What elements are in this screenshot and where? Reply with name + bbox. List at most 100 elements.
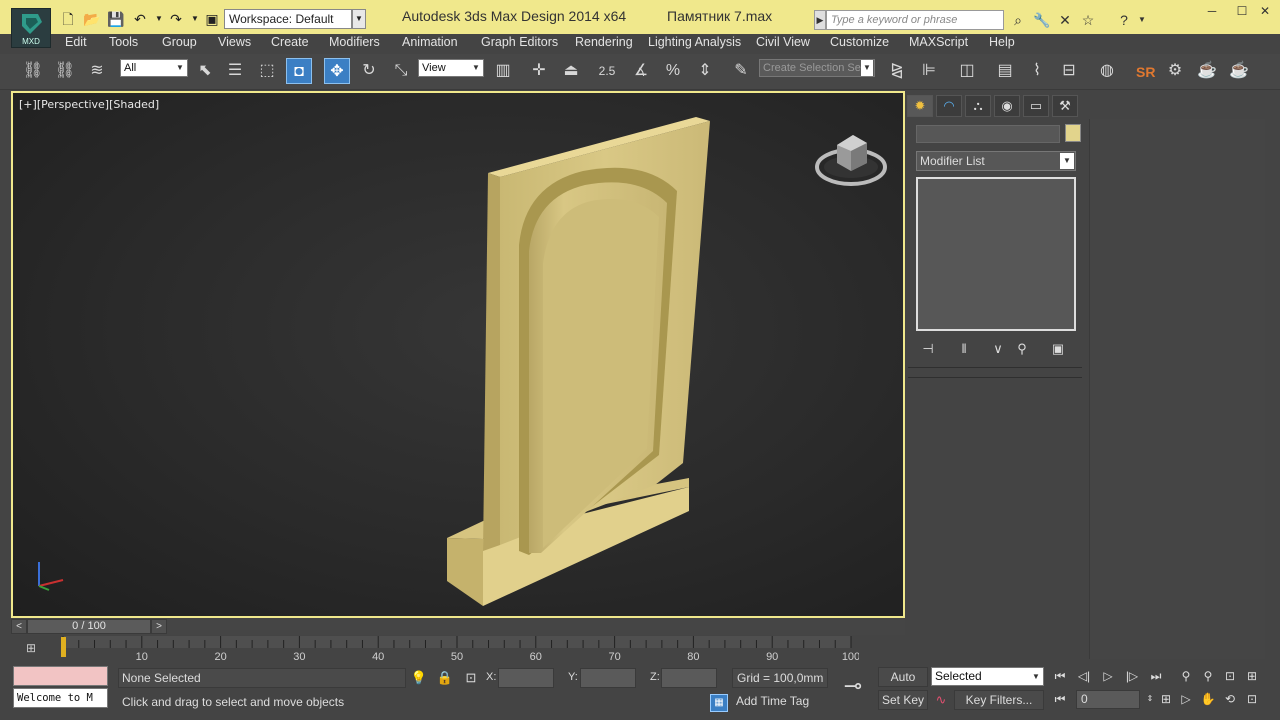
go-to-start-icon[interactable]: ⏮ — [1050, 666, 1070, 686]
key-filters-button[interactable]: Key Filters... — [954, 690, 1044, 710]
select-by-name-icon[interactable]: ☰ — [222, 58, 248, 84]
search-input[interactable]: Type a keyword or phrase — [826, 10, 1004, 30]
hierarchy-tab-icon[interactable]: ⛬ — [965, 95, 991, 117]
spinner-snap-icon[interactable]: ⇕ — [692, 58, 718, 84]
select-manipulate-icon[interactable]: ✛ — [526, 58, 552, 84]
next-frame-icon[interactable]: |▷ — [1122, 666, 1142, 686]
menu-animation[interactable]: Animation — [402, 35, 458, 49]
selection-filter-dropdown[interactable]: All ▼ — [120, 59, 188, 77]
percent-snap-icon[interactable]: % — [660, 58, 686, 84]
pivot-point-icon[interactable]: ▥ — [490, 58, 516, 84]
menu-create[interactable]: Create — [271, 35, 309, 49]
monument-model[interactable] — [13, 93, 903, 616]
perspective-viewport[interactable]: [+][Perspective][Shaded] — [11, 91, 905, 618]
create-tab-icon[interactable]: ✹ — [907, 95, 933, 117]
redo-icon[interactable]: ↷ — [166, 9, 186, 29]
chevron-down-icon[interactable]: ▼ — [352, 9, 366, 29]
pan-view-icon[interactable]: ✋ — [1198, 689, 1218, 709]
time-slider-thumb[interactable]: 0 / 100 — [27, 619, 151, 634]
search-expand-icon[interactable]: ▶ — [814, 10, 826, 30]
menu-graph-editors[interactable]: Graph Editors — [481, 35, 558, 49]
menu-tools[interactable]: Tools — [109, 35, 138, 49]
y-coordinate-field[interactable] — [580, 668, 636, 688]
go-to-end-icon[interactable]: ⏭ — [1146, 666, 1166, 686]
menu-lighting-analysis[interactable]: Lighting Analysis — [648, 35, 741, 49]
edit-named-selection-icon[interactable]: ✎ — [728, 58, 754, 84]
schematic-view-icon[interactable]: ⊟ — [1056, 58, 1082, 84]
motion-tab-icon[interactable]: ◉ — [994, 95, 1020, 117]
x-coordinate-field[interactable] — [498, 668, 554, 688]
current-frame-field[interactable]: 0 — [1076, 690, 1140, 709]
add-time-tag-button[interactable]: Add Time Tag — [732, 692, 828, 712]
minimize-button[interactable]: ─ — [1197, 2, 1227, 20]
display-tab-icon[interactable]: ▭ — [1023, 95, 1049, 117]
save-file-icon[interactable]: 💾 — [106, 9, 126, 29]
select-and-rotate-icon[interactable]: ↻ — [356, 58, 382, 84]
zoom-extents-all-icon[interactable]: ⊞ — [1242, 666, 1262, 686]
viewcube-icon[interactable] — [813, 123, 889, 189]
reference-coordinate-dropdown[interactable]: View ▼ — [418, 59, 484, 77]
maxscript-listener-output[interactable]: Welcome to M — [13, 688, 108, 708]
keyboard-shortcut-override-icon[interactable]: ⏏ — [558, 58, 584, 84]
object-name-field[interactable] — [916, 125, 1060, 143]
snaps-toggle-icon[interactable]: 2.5 — [594, 58, 620, 84]
menu-civil-view[interactable]: Civil View — [756, 35, 810, 49]
undo-icon[interactable]: ↶ — [130, 9, 150, 29]
favorites-star-icon[interactable]: ☆ — [1078, 10, 1098, 30]
render-production-icon[interactable]: ☕ — [1226, 58, 1252, 84]
select-and-move-icon[interactable]: ✥ — [324, 58, 350, 84]
maximize-viewport-icon[interactable]: ⊡ — [1242, 689, 1262, 709]
app-logo-button[interactable]: MXD — [11, 8, 51, 48]
track-ruler[interactable]: 10 20 30 40 50 60 70 80 90 100 — [59, 636, 859, 664]
z-coordinate-field[interactable] — [661, 668, 717, 688]
zoom-icon[interactable]: ⚲ — [1176, 666, 1196, 686]
binoculars-icon[interactable]: ⌕ — [1008, 10, 1028, 30]
orbit-icon[interactable]: ⟲ — [1220, 689, 1240, 709]
bind-space-warp-icon[interactable]: ≋ — [84, 58, 110, 84]
menu-rendering[interactable]: Rendering — [575, 35, 633, 49]
subscription-icon[interactable]: ✕ — [1055, 10, 1075, 30]
modifier-stack[interactable] — [916, 177, 1076, 331]
time-slider-prev[interactable]: < — [11, 619, 27, 634]
layer-manager-icon[interactable]: ◫ — [954, 58, 980, 84]
track-bar[interactable]: ⊞ 10 20 30 40 50 60 70 80 90 100 — [11, 636, 905, 664]
angle-snap-icon[interactable]: ∡ — [628, 58, 654, 84]
isolate-selection-icon[interactable]: 💡 — [410, 669, 428, 687]
link-icon[interactable]: ⛓ — [20, 58, 46, 84]
unlink-icon[interactable]: ⛓ — [52, 58, 78, 84]
workspace-dropdown[interactable]: Workspace: Default — [224, 9, 352, 29]
open-file-icon[interactable]: 📂 — [82, 9, 102, 29]
auto-key-button[interactable]: Auto Key — [878, 667, 928, 702]
time-configuration-icon[interactable]: ⊞ — [1156, 689, 1176, 709]
remove-modifier-icon[interactable]: ⚲ — [1011, 339, 1033, 359]
modify-tab-icon[interactable]: ◠ — [936, 95, 962, 117]
pin-stack-icon[interactable]: ⊣ — [917, 339, 939, 359]
select-and-scale-icon[interactable]: ⤡ — [388, 58, 414, 84]
graphite-ribbon-icon[interactable]: ▤ — [992, 58, 1018, 84]
rectangular-selection-icon[interactable]: ⬚ — [254, 58, 280, 84]
utilities-tab-icon[interactable]: ⚒ — [1052, 95, 1078, 117]
material-editor-icon[interactable]: ◍ — [1094, 58, 1120, 84]
zoom-extents-icon[interactable]: ⊡ — [1220, 666, 1240, 686]
window-crossing-icon[interactable]: ◘ — [286, 58, 312, 84]
curve-editor-icon[interactable]: ⌇ — [1024, 58, 1050, 84]
menu-maxscript[interactable]: MAXScript — [909, 35, 968, 49]
align-icon[interactable]: ⊫ — [916, 58, 942, 84]
menu-customize[interactable]: Customize — [830, 35, 889, 49]
new-file-icon[interactable]: 🗋 — [58, 9, 78, 29]
menu-views[interactable]: Views — [218, 35, 251, 49]
help-icon[interactable]: ? — [1114, 10, 1134, 30]
select-object-icon[interactable]: ⬉ — [192, 58, 218, 84]
make-unique-icon[interactable]: ∨ — [987, 339, 1009, 359]
key-curve-icon[interactable]: ∿ — [932, 691, 950, 709]
modifier-list-dropdown[interactable]: Modifier List ▼ — [916, 151, 1076, 171]
set-keys-icon[interactable]: ⊸ — [838, 674, 868, 698]
play-icon[interactable]: ▷ — [1098, 666, 1118, 686]
object-color-swatch[interactable] — [1065, 124, 1081, 142]
maxscript-listener-input[interactable] — [13, 666, 108, 686]
render-setup-icon[interactable]: ⚙ — [1162, 58, 1188, 84]
close-button[interactable]: ✕ — [1250, 2, 1280, 20]
selection-lock-icon[interactable]: 🔒 — [436, 669, 454, 687]
current-frame-marker[interactable] — [61, 637, 66, 657]
project-folder-icon[interactable]: ▣ — [202, 9, 222, 29]
